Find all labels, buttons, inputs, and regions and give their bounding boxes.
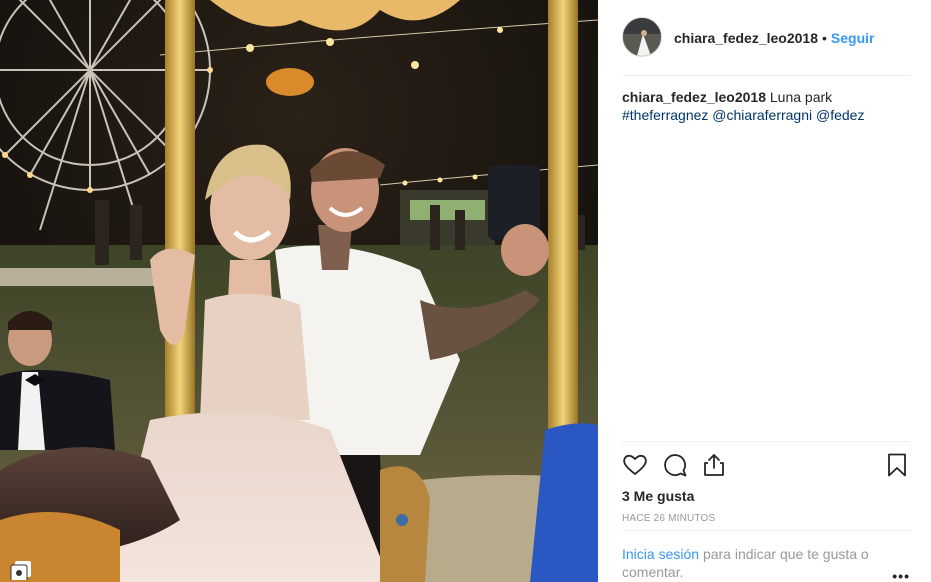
post-caption: chiara_fedez_leo2018 Luna park #theferra… xyxy=(622,88,912,124)
post-header: chiara_fedez_leo2018 • Seguir xyxy=(622,14,910,76)
separator-dot: • xyxy=(821,30,827,46)
likes-count[interactable]: 3 Me gusta xyxy=(622,488,910,508)
avatar[interactable] xyxy=(622,17,662,57)
heart-icon[interactable] xyxy=(622,452,648,478)
login-link[interactable]: Inicia sesión xyxy=(622,546,699,562)
photo-illustration xyxy=(0,0,598,582)
mention-link[interactable]: @chiaraferragni xyxy=(712,107,812,123)
follow-button[interactable]: Seguir xyxy=(831,30,875,46)
hashtag-link[interactable]: #theferragnez xyxy=(622,107,708,123)
post-side-panel: chiara_fedez_leo2018 • Seguir chiara_fed… xyxy=(598,0,931,582)
post-photo[interactable] xyxy=(0,0,598,582)
bookmark-icon[interactable] xyxy=(884,452,910,478)
share-icon[interactable] xyxy=(701,452,727,478)
login-prompt: Inicia sesión para indicar que te gusta … xyxy=(622,530,910,582)
post-actions-section: 3 Me gusta HACE 26 MINUTOS xyxy=(622,441,910,527)
mention-link[interactable]: @fedez xyxy=(816,107,864,123)
multi-photo-icon xyxy=(8,558,36,580)
post-timestamp: HACE 26 MINUTOS xyxy=(622,513,716,524)
comment-icon[interactable] xyxy=(662,452,688,478)
username-link[interactable]: chiara_fedez_leo2018 xyxy=(674,30,818,46)
more-options-icon[interactable]: ••• xyxy=(892,567,910,582)
action-bar xyxy=(622,442,910,488)
caption-username[interactable]: chiara_fedez_leo2018 xyxy=(622,89,766,105)
caption-text: Luna park xyxy=(769,89,833,105)
